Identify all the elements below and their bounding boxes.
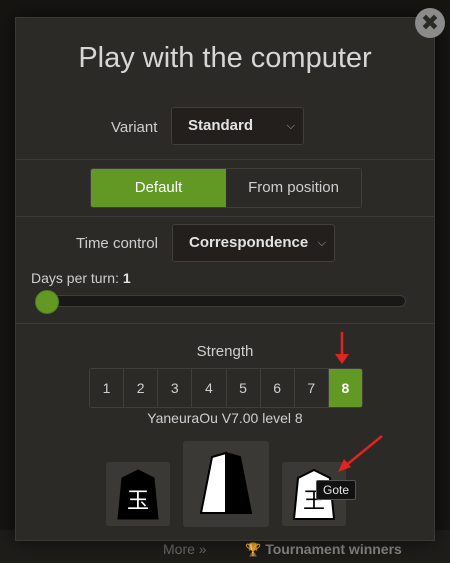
days-per-turn-label: Days per turn: 1	[31, 270, 131, 286]
strength-label: Strength	[196, 343, 254, 360]
default-mode-button[interactable]: Default	[91, 169, 226, 207]
sente-button[interactable]: 玉	[106, 462, 170, 526]
level-button-8[interactable]: 8	[328, 369, 362, 407]
chevron-down-icon: ⌵	[317, 237, 326, 249]
sente-piece-icon: 玉	[117, 469, 159, 520]
level-button-1[interactable]: 1	[90, 369, 125, 407]
strength-level-group: 1 2 3 4 5 6 7 8	[89, 368, 363, 408]
chevron-down-icon: ⌵	[286, 120, 295, 132]
engine-description: YaneuraOu V7.00 level 8	[147, 410, 303, 426]
random-piece-icon	[199, 451, 253, 514]
level-button-4[interactable]: 4	[192, 369, 227, 407]
from-position-button[interactable]: From position	[226, 169, 361, 207]
annotation-arrow-diagonal-icon	[338, 435, 383, 472]
gote-tooltip: Gote	[316, 480, 357, 500]
close-icon: ✖	[420, 10, 440, 35]
level-button-5[interactable]: 5	[226, 369, 261, 407]
trophy-icon: 🏆	[245, 542, 262, 557]
level-button-2[interactable]: 2	[124, 369, 159, 407]
time-control-label: Time control	[76, 235, 158, 252]
variant-value: Standard	[188, 117, 254, 134]
mode-toggle-group: Default From position	[90, 168, 362, 208]
time-control-value: Correspondence	[189, 234, 309, 251]
tournament-winners-label: Tournament winners	[265, 541, 402, 557]
variant-select[interactable]: Standard ⌵	[171, 107, 304, 145]
tournament-winners-heading[interactable]: 🏆 Tournament winners	[245, 541, 402, 558]
days-slider-thumb[interactable]	[35, 290, 59, 314]
days-slider-track[interactable]	[40, 295, 406, 307]
days-per-turn-value: 1	[122, 270, 131, 286]
divider	[16, 216, 434, 217]
divider	[16, 323, 434, 324]
modal-title: Play with the computer	[78, 42, 372, 74]
time-control-select[interactable]: Correspondence ⌵	[172, 224, 335, 262]
level-button-3[interactable]: 3	[158, 369, 193, 407]
divider	[16, 159, 434, 160]
level-button-7[interactable]: 7	[294, 369, 329, 407]
close-button[interactable]: ✖	[415, 8, 445, 38]
level-button-6[interactable]: 6	[260, 369, 295, 407]
more-link[interactable]: More »	[163, 541, 207, 557]
sente-glyph: 玉	[127, 489, 149, 514]
random-side-button[interactable]	[183, 441, 269, 527]
variant-label: Variant	[111, 119, 158, 136]
annotation-arrow-down-icon	[335, 332, 349, 364]
